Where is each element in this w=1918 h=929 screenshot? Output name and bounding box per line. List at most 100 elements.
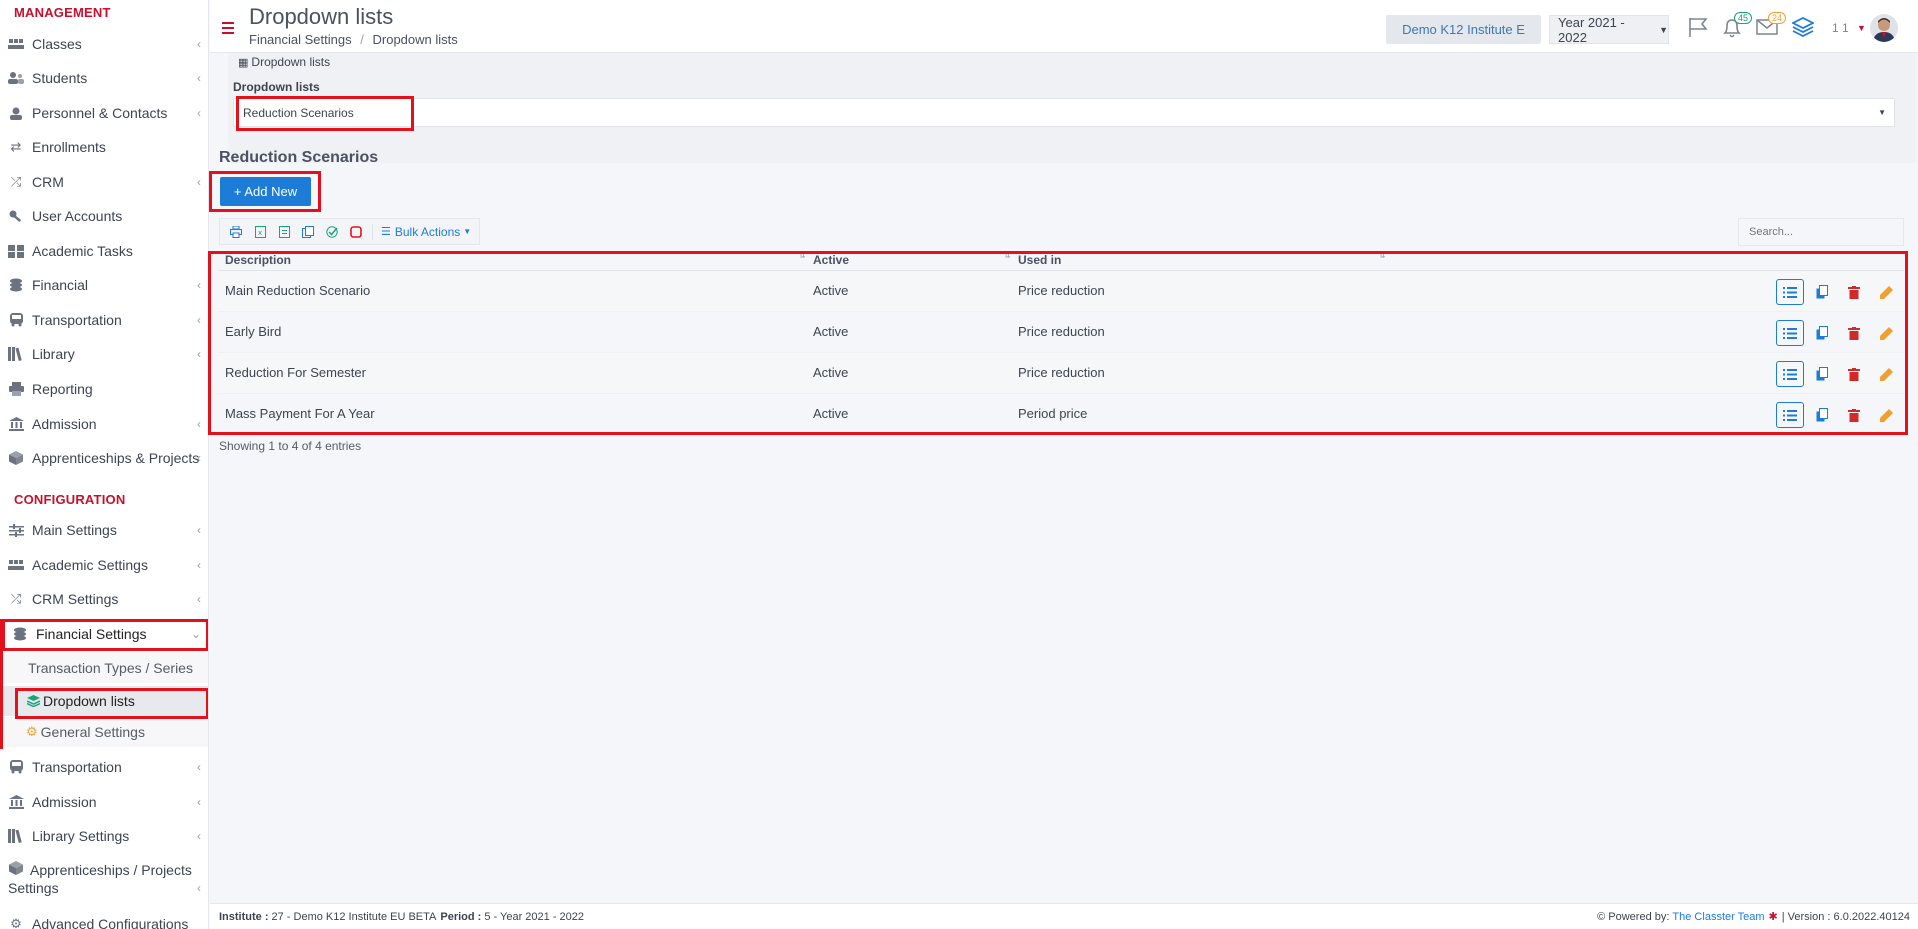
copy-icon[interactable] [296,220,320,244]
list-icon: ☰ [381,226,391,238]
details-button[interactable] [1776,320,1804,346]
sidebar-item-academic-tasks[interactable]: Academic Tasks [0,236,208,266]
institution-icon [8,795,24,809]
footer-institute-value: 27 - Demo K12 Institute EU BETA [271,910,437,923]
chevron-left-icon: ‹ [197,417,201,431]
row-description: Main Reduction Scenario [225,283,371,298]
breadcrumb-financial-settings[interactable]: Financial Settings [249,32,352,47]
breadcrumb: Financial Settings / Dropdown lists [249,32,458,47]
sidebar-item-label: Enrollments [32,139,106,155]
print-icon[interactable] [224,220,248,244]
sort-icon[interactable]: ⇅ [799,251,806,260]
sidebar-item-user-accounts[interactable]: User Accounts [0,201,208,231]
copy-row-button[interactable] [1808,402,1836,428]
copy-row-button[interactable] [1808,279,1836,305]
search-input[interactable] [1738,218,1904,246]
uncheck-all-icon[interactable] [344,220,368,244]
check-all-icon[interactable] [320,220,344,244]
row-active: Active [813,365,849,380]
panel-tab-label: Dropdown lists [251,55,331,69]
sidebar-subitem-general-settings[interactable]: ⚙ General Settings [0,717,208,747]
personnel-icon [8,106,24,120]
institute-selector[interactable]: Demo K12 Institute E [1386,15,1541,44]
delete-button[interactable] [1840,402,1868,428]
layers-icon[interactable] [1790,16,1816,42]
sidebar-item-library[interactable]: Library ‹ [0,339,208,369]
delete-button[interactable] [1840,361,1868,387]
column-header-used-in[interactable]: Used in [1018,253,1061,267]
gears-icon: ⚙ [26,724,38,739]
edit-button[interactable] [1872,361,1900,387]
sidebar-item-label: Reporting [32,381,93,397]
flag-icon[interactable] [1687,16,1709,43]
year-selector[interactable]: Year 2021 - 2022 ▼ [1549,14,1669,45]
excel-icon[interactable]: x [248,220,272,244]
sidebar-item-personnel[interactable]: Personnel & Contacts ‹ [0,98,208,128]
copy-row-button[interactable] [1808,361,1836,387]
dropdown-select[interactable]: Reduction Scenarios ▼ [233,98,1895,127]
sidebar-item-transportation-settings[interactable]: Transportation ‹ [0,752,208,782]
sidebar-subitem-dropdown-lists[interactable]: Dropdown lists [0,686,208,716]
sidebar-item-library-settings[interactable]: Library Settings ‹ [0,821,208,851]
sidebar-item-apprenticeships-settings[interactable]: Apprenticeships / Projects Settings ‹ [0,859,208,899]
hamburger-menu-icon[interactable] [222,22,234,34]
classter-team-link[interactable]: The Classter Team [1672,911,1764,923]
user-caret-icon[interactable]: ▼ [1857,23,1866,33]
sort-icon[interactable]: ⇅ [1379,251,1386,260]
copy-row-button[interactable] [1808,320,1836,346]
sidebar-item-financial-settings[interactable]: Financial Settings ⌄ [0,619,208,649]
edit-button[interactable] [1872,279,1900,305]
table-info: Showing 1 to 4 of 4 entries [219,439,362,453]
dropdown-panel: ▦ Dropdown lists Dropdown lists Reductio… [228,53,1916,163]
sidebar-item-classes[interactable]: Classes ‹ [0,29,208,59]
details-button[interactable] [1776,361,1804,387]
edit-button[interactable] [1872,320,1900,346]
column-header-active[interactable]: Active [813,253,849,267]
csv-icon[interactable] [272,220,296,244]
coins-icon [12,627,28,641]
chevron-left-icon: ‹ [197,881,201,895]
column-header-description[interactable]: Description [225,253,291,267]
table-icon: ▦ [238,56,249,69]
sidebar-item-financial[interactable]: Financial ‹ [0,270,208,300]
sidebar-subitem-label: Transaction Types / Series [28,660,193,676]
panel-tab[interactable]: ▦ Dropdown lists [238,53,330,71]
footer-period-label: Period : [440,910,482,923]
row-used-in: Period price [1018,406,1088,421]
dropdown-select-value: Reduction Scenarios [243,105,354,120]
chevron-left-icon: ‹ [197,592,201,606]
bulk-actions-button[interactable]: ☰ Bulk Actions ▼ [377,225,475,239]
sidebar-item-crm[interactable]: ⤮ CRM ‹ [0,167,208,197]
institution-icon [8,417,24,431]
delete-button[interactable] [1840,320,1868,346]
user-label[interactable]: 1 1 [1832,21,1849,35]
sidebar-subitem-transaction-types[interactable]: Transaction Types / Series [0,653,208,683]
sidebar-item-advanced-configurations[interactable]: ⚙ Advanced Configurations [0,909,208,929]
sidebar-item-students[interactable]: Students ‹ [0,63,208,93]
row-active: Active [813,406,849,421]
footer-right: © Powered by: The Classter Team ✱ | Vers… [1597,910,1910,924]
sidebar-item-admission[interactable]: Admission ‹ [0,409,208,439]
sort-icon[interactable]: ⇅ [1004,251,1011,260]
sidebar-item-admission-settings[interactable]: Admission ‹ [0,787,208,817]
sliders-icon [8,523,24,537]
delete-button[interactable] [1840,279,1868,305]
sidebar-item-crm-settings[interactable]: ⤮ CRM Settings ‹ [0,584,208,614]
sidebar-item-label: Advanced Configurations [32,916,189,929]
sidebar-item-academic-settings[interactable]: Academic Settings ‹ [0,550,208,580]
avatar[interactable] [1870,14,1898,42]
configuration-section-title: CONFIGURATION [14,492,126,507]
sidebar-item-enrollments[interactable]: ⇄ Enrollments [0,132,208,162]
edit-button[interactable] [1872,402,1900,428]
sidebar-item-reporting[interactable]: Reporting [0,374,208,404]
sidebar-item-main-settings[interactable]: Main Settings ‹ [0,515,208,545]
details-button[interactable] [1776,279,1804,305]
details-button[interactable] [1776,402,1804,428]
year-selector-label: Year 2021 - 2022 [1558,14,1625,45]
sidebar-item-transportation[interactable]: Transportation ‹ [0,305,208,335]
crm-icon: ⤮ [10,174,22,189]
add-new-button[interactable]: + Add New [220,177,311,206]
sidebar-item-apprenticeships[interactable]: Apprenticeships & Projects ‹ [0,443,208,473]
chevron-left-icon: ‹ [197,37,201,51]
sidebar: MANAGEMENT Classes ‹ Students ‹ Personne… [0,0,209,929]
